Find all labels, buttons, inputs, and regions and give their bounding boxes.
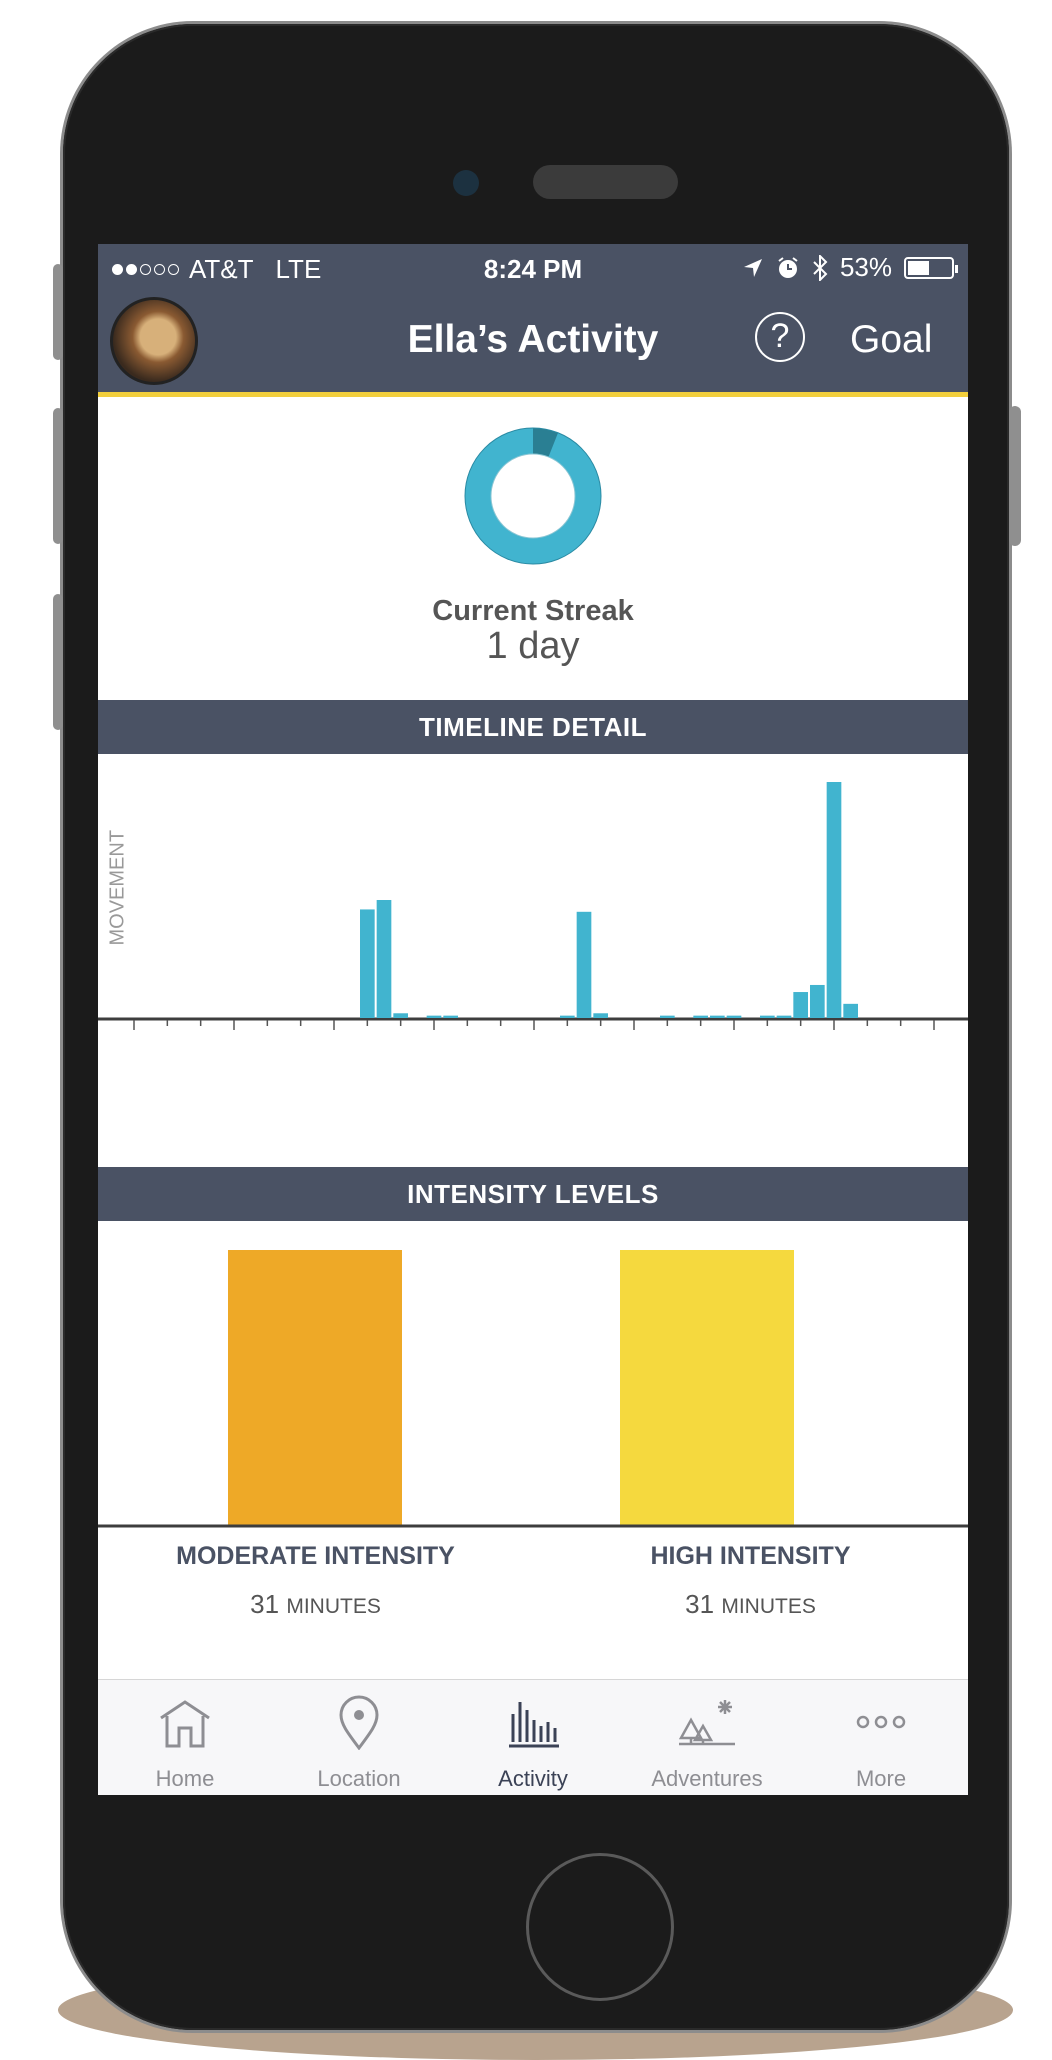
donut-track [465,428,601,564]
earpiece-speaker [533,165,678,199]
status-right: 53% [742,252,958,283]
tab-adventures-label: Adventures [651,1766,763,1791]
timeline-bar [776,1015,792,1018]
goal-button[interactable]: Goal [850,318,932,362]
tab-location[interactable]: Location [272,1680,446,1795]
timeline-bar [793,992,808,1018]
timeline-bar [843,1003,858,1018]
streak-donut-chart [464,427,602,565]
mute-switch [53,264,63,360]
timeline-bar [376,900,392,1018]
timeline-bar [360,909,375,1018]
status-bar: AT&T LTE 8:24 PM 53% [98,244,968,294]
alarm-icon [778,256,798,278]
volume-up-button [53,408,63,544]
high-intensity-value: 31 MINUTES [533,1589,968,1620]
tab-location-label: Location [317,1766,401,1791]
timeline-chart: 12a3a6a9a12p3p6p9p12a [98,782,968,1030]
timeline-bar [810,984,825,1018]
volume-down-button [53,594,63,730]
timeline-bar [660,1015,675,1018]
moderate-minutes-number: 31 [250,1589,280,1619]
help-button[interactable]: ? [755,312,805,362]
high-intensity-label: HIGH INTENSITY [650,1542,851,1570]
bluetooth-icon [813,254,828,281]
location-pin-icon [339,1695,379,1750]
battery-icon [904,256,958,279]
tab-activity-label: Activity [498,1766,568,1791]
timeline-bar [693,1015,708,1018]
adventures-trees-icon [678,1700,735,1746]
nav-bar: Ella’s Activity ? Goal [98,294,968,397]
streak-value: 1 day [486,625,580,667]
timeline-bar [710,1015,725,1018]
timeline-bar [760,1015,775,1018]
timeline-bar [593,1013,608,1018]
timeline-section-header: TIMELINE DETAIL [98,700,968,754]
intensity-bar [228,1250,402,1525]
timeline-bar [393,1013,408,1018]
streak-label: Current Streak [432,595,634,627]
timeline-bar [576,911,592,1018]
page-title: Ella’s Activity [407,318,659,361]
power-button [1009,406,1021,546]
timeline-bar [426,1015,442,1018]
moderate-intensity-label: MODERATE INTENSITY [176,1542,455,1570]
high-minutes-unit: MINUTES [721,1595,816,1618]
more-dots-icon [856,1715,906,1729]
timeline-bar [560,1015,575,1018]
high-minutes-number: 31 [685,1589,715,1619]
tab-home-label: Home [155,1766,215,1791]
moderate-minutes-unit: MINUTES [286,1595,381,1618]
intensity-bar [620,1250,794,1525]
activity-bars-icon [509,1702,559,1748]
timeline-bar [826,782,842,1018]
timeline-bar [443,1015,458,1018]
home-icon [160,1700,210,1748]
front-camera [453,170,479,196]
intensity-section-header: INTENSITY LEVELS [98,1167,968,1221]
tab-more-label: More [855,1766,907,1791]
tab-bar: Home Location Activity Adventures More [98,1679,968,1795]
home-button[interactable] [526,1853,674,2001]
app-screen: AT&T LTE 8:24 PM 53% Ella’s Activity ? G… [98,244,968,1795]
location-arrow-icon [743,258,762,277]
moderate-intensity-value: 31 MINUTES [98,1589,533,1620]
tab-more[interactable]: More [794,1680,968,1795]
tab-activity[interactable]: Activity [446,1680,620,1795]
timeline-bar [726,1015,742,1018]
intensity-chart [98,1250,968,1528]
tab-adventures[interactable]: Adventures [620,1680,794,1795]
tab-home[interactable]: Home [98,1680,272,1795]
battery-percent: 53% [839,252,892,282]
